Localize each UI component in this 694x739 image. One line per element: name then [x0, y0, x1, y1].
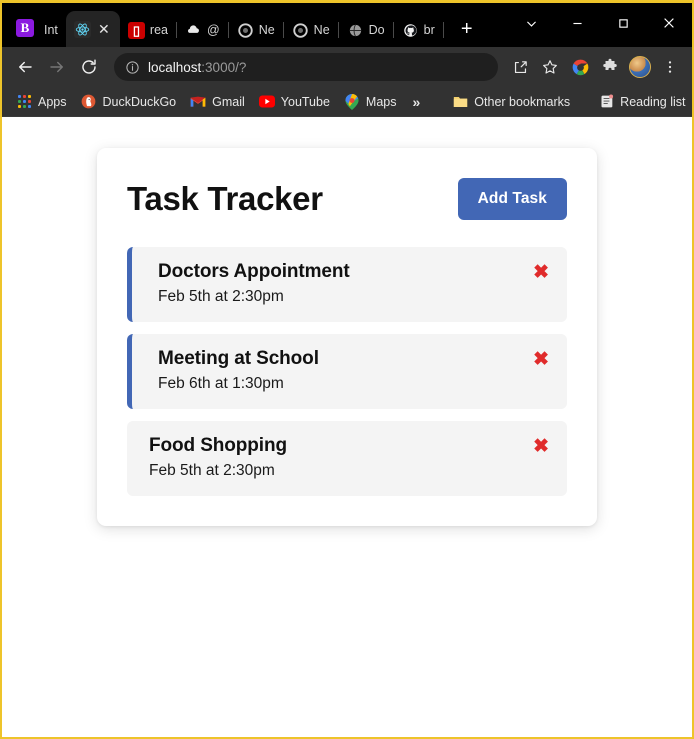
tab-new-1[interactable]: Ne: [229, 13, 283, 47]
star-icon[interactable]: [536, 53, 564, 81]
minimize-icon[interactable]: [554, 6, 600, 40]
npm-icon: ▯: [127, 21, 145, 39]
bookmarks-bar: Apps DuckDuckGo Gmail YouTube Maps » Oth…: [2, 87, 692, 117]
bookmark-label: DuckDuckGo: [102, 94, 177, 109]
tab-divider: [442, 22, 444, 38]
gmail-icon: [190, 94, 206, 110]
page-viewport: Task Tracker Add Task Doctors Appointmen…: [2, 117, 692, 737]
page-title: Task Tracker: [127, 180, 323, 217]
chrome-icon: [292, 22, 309, 39]
delete-task-icon[interactable]: ✖: [533, 263, 549, 282]
tab-pinned-bootstrap[interactable]: B: [8, 11, 42, 45]
tab-label: @: [206, 23, 220, 37]
forward-button[interactable]: [42, 52, 72, 82]
tab-label: Ne: [313, 23, 330, 37]
reading-list-icon: [598, 94, 614, 110]
bootstrap-icon: B: [16, 19, 34, 37]
task-row[interactable]: Doctors Appointment Feb 5th at 2:30pm ✖: [127, 247, 567, 322]
reload-button[interactable]: [74, 52, 104, 82]
task-title: Food Shopping: [149, 435, 287, 456]
tab-label: Do: [368, 23, 385, 37]
bookmark-label: Gmail: [212, 94, 245, 109]
duckduckgo-icon: [81, 94, 97, 110]
info-icon[interactable]: [124, 59, 140, 75]
tab-github-branch[interactable]: br: [394, 13, 443, 47]
task-row[interactable]: Food Shopping Feb 5th at 2:30pm ✖: [127, 421, 567, 496]
reading-list-label: Reading list: [620, 94, 686, 109]
tab-react-app[interactable]: ✕: [65, 11, 120, 47]
browser-toolbar: localhost:3000/?: [2, 47, 692, 87]
bookmark-maps[interactable]: Maps: [338, 91, 403, 113]
task-tracker-card: Task Tracker Add Task Doctors Appointmen…: [97, 148, 597, 526]
tab-label: br: [423, 23, 435, 37]
tab-strip: B Int ✕ ▯ rea @ Ne Ne Do br +: [2, 3, 692, 47]
three-dot-menu-icon[interactable]: [656, 53, 684, 81]
task-list: Doctors Appointment Feb 5th at 2:30pm ✖ …: [127, 247, 567, 496]
bookmark-label: YouTube: [280, 94, 330, 109]
delete-task-icon[interactable]: ✖: [533, 437, 549, 456]
window-controls: [508, 3, 692, 43]
tab-search-chevron-icon[interactable]: [508, 6, 554, 40]
tab-cloud[interactable]: @: [177, 13, 228, 47]
tab-new-2[interactable]: Ne: [284, 13, 338, 47]
avatar[interactable]: [629, 56, 651, 78]
task-day: Feb 5th at 2:30pm: [149, 462, 275, 479]
youtube-icon: [258, 94, 275, 110]
url-text: localhost:3000/?: [148, 60, 246, 75]
task-day: Feb 5th at 2:30pm: [158, 288, 284, 305]
address-bar[interactable]: localhost:3000/?: [114, 53, 498, 81]
bookmark-label: Maps: [365, 94, 397, 109]
back-button[interactable]: [10, 52, 40, 82]
add-task-button[interactable]: Add Task: [457, 178, 567, 220]
tab-label: Ne: [258, 23, 275, 37]
tab-docs[interactable]: Do: [339, 13, 393, 47]
apps-grid-icon: [16, 94, 32, 110]
tab-react-docs[interactable]: ▯ rea: [120, 13, 176, 47]
chrome-icon: [237, 22, 254, 39]
url-host: localhost: [148, 59, 202, 75]
delete-task-icon[interactable]: ✖: [533, 350, 549, 369]
react-icon: [73, 20, 91, 38]
other-bookmarks-label: Other bookmarks: [474, 94, 571, 109]
task-title: Meeting at School: [158, 348, 319, 369]
url-path: :3000/?: [201, 59, 247, 75]
github-icon: [402, 22, 419, 39]
dark-cloud-icon: [185, 22, 202, 39]
share-icon[interactable]: [506, 53, 534, 81]
tab-label: rea: [149, 23, 168, 37]
other-bookmarks-button[interactable]: Other bookmarks: [446, 91, 576, 113]
bookmark-apps[interactable]: Apps: [10, 91, 73, 113]
task-day: Feb 6th at 1:30pm: [158, 375, 284, 392]
new-tab-button[interactable]: +: [452, 14, 482, 44]
bookmark-label: Apps: [38, 94, 67, 109]
tab-intro[interactable]: Int: [42, 13, 66, 47]
globe-icon: [347, 22, 364, 39]
card-header: Task Tracker Add Task: [127, 178, 567, 220]
bookmarks-overflow-button[interactable]: »: [405, 91, 429, 113]
browser-window: B Int ✕ ▯ rea @ Ne Ne Do br + localhost:…: [0, 0, 694, 739]
bookmark-youtube[interactable]: YouTube: [253, 91, 336, 113]
close-icon[interactable]: ✕: [96, 21, 112, 37]
bookmark-gmail[interactable]: Gmail: [184, 91, 251, 113]
puzzle-icon[interactable]: [596, 53, 624, 81]
maximize-icon[interactable]: [600, 6, 646, 40]
task-row[interactable]: Meeting at School Feb 6th at 1:30pm ✖: [127, 334, 567, 409]
close-icon[interactable]: [646, 6, 692, 40]
google-circle-icon[interactable]: [566, 53, 594, 81]
folder-icon: [452, 94, 468, 110]
reading-list-button[interactable]: Reading list: [592, 91, 691, 113]
task-title: Doctors Appointment: [158, 261, 350, 282]
maps-icon: [344, 93, 360, 110]
tab-label: Int: [44, 23, 58, 37]
bookmark-duckduckgo[interactable]: DuckDuckGo: [75, 91, 183, 113]
